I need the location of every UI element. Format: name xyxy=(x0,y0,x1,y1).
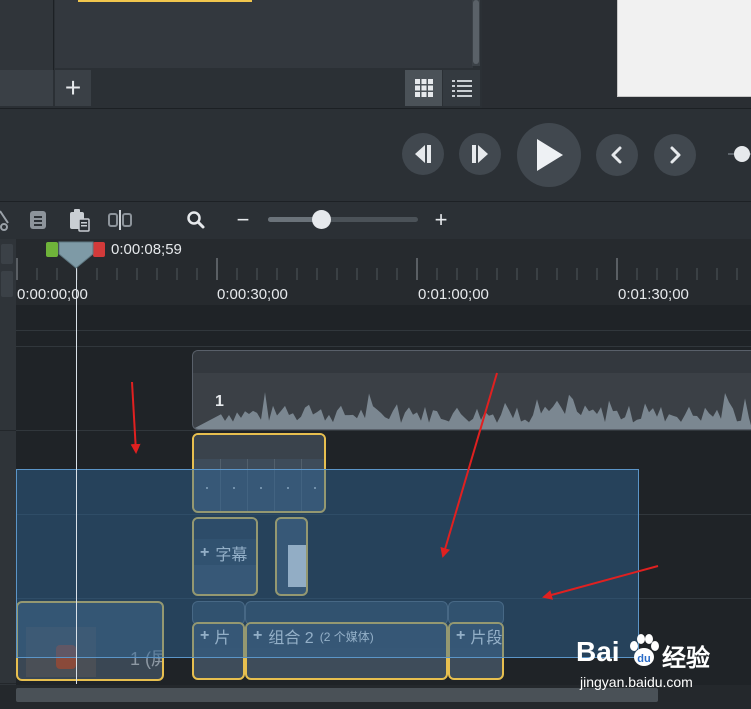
watermark: Bai du 经验 jingyan.baidu.com xyxy=(576,634,751,696)
annotation-arrows xyxy=(130,372,659,600)
watermark-url: jingyan.baidu.com xyxy=(580,674,693,690)
watermark-suffix: 经验 xyxy=(662,645,710,672)
arrow-3 xyxy=(542,565,659,600)
arrow-1 xyxy=(130,381,141,454)
horizontal-scroll-thumb[interactable] xyxy=(16,688,658,702)
watermark-brand: Bai xyxy=(576,636,620,667)
arrow-2 xyxy=(440,372,498,558)
svg-text:du: du xyxy=(637,653,650,665)
paw-icon: du xyxy=(630,634,659,666)
